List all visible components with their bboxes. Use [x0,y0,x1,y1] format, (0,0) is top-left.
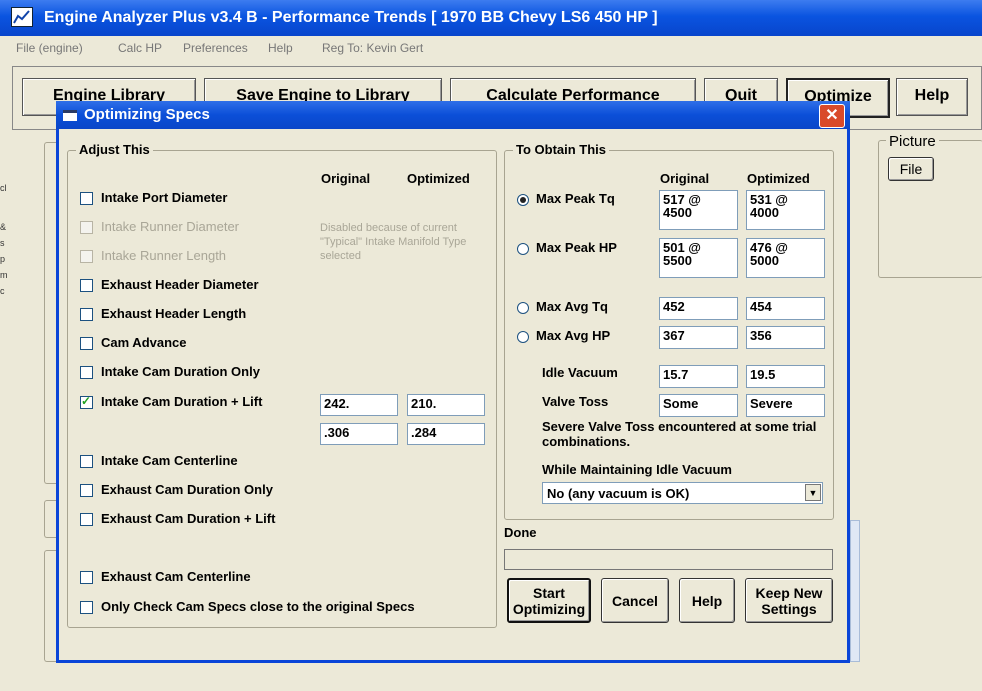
exhaust-cam-duration-only-label: Exhaust Cam Duration Only [101,482,273,497]
menu-registration: Reg To: Kevin Gert [322,41,424,55]
idle-vacuum-optimized-field[interactable]: 19.5 [746,365,825,388]
side-mark: s [0,238,5,248]
valve-toss-original-field[interactable]: Some [659,394,738,417]
duration-optimized-field[interactable]: 210. [407,394,485,416]
intake-runner-length-label: Intake Runner Length [101,248,227,263]
start-optimizing-button[interactable]: Start Optimizing [507,578,591,623]
exhaust-header-length-label: Exhaust Header Length [101,306,247,321]
exhaust-header-diameter-label: Exhaust Header Diameter [101,277,259,292]
max-peak-tq-radio[interactable] [517,194,529,206]
max-avg-hp-label: Max Avg HP [536,328,611,343]
menu-file[interactable]: File (engine) [16,41,83,55]
dialog-title-bar: Optimizing Specs [56,101,850,129]
main-window-title: Engine Analyzer Plus v3.4 B - Performanc… [44,9,658,26]
maintain-vacuum-select[interactable]: No (any vacuum is OK) ▼ [542,482,823,504]
exhaust-cam-duration-lift-checkbox[interactable] [80,513,93,526]
cam-advance-checkbox[interactable] [80,337,93,350]
valve-toss-optimized-field[interactable]: Severe [746,394,825,417]
disabled-note: Disabled because of current "Typical" In… [320,222,467,262]
exhaust-cam-duration-only-checkbox[interactable] [80,484,93,497]
intake-cam-duration-lift-checkbox[interactable] [80,394,93,409]
avg-hp-original-field[interactable]: 367 [659,326,738,349]
app-chart-icon [11,7,33,27]
exhaust-cam-duration-lift-label: Exhaust Cam Duration + Lift [101,511,276,526]
side-mark: m [0,270,8,280]
close-to-original-checkbox[interactable] [80,601,93,614]
cam-advance-label: Cam Advance [101,335,187,350]
max-peak-hp-label: Max Peak HP [536,240,617,255]
exhaust-header-length-checkbox[interactable] [80,308,93,321]
adjust-col-original: Original [321,171,371,186]
exhaust-cam-centerline-label: Exhaust Cam Centerline [101,569,251,584]
adjust-col-optimized: Optimized [407,171,470,186]
side-mark: c [0,286,5,296]
menu-preferences[interactable]: Preferences [183,41,248,55]
max-peak-hp-radio[interactable] [517,243,529,255]
background-frame-edge [850,520,860,662]
max-avg-tq-radio[interactable] [517,302,529,314]
idle-vacuum-original-field[interactable]: 15.7 [659,365,738,388]
intake-port-diameter-label: Intake Port Diameter [101,190,228,205]
cancel-button[interactable]: Cancel [601,578,669,623]
close-to-original-label: Only Check Cam Specs close to the origin… [101,599,415,614]
picture-label: Picture [886,133,939,150]
avg-tq-optimized-field[interactable]: 454 [746,297,825,320]
maintain-vacuum-value: No (any vacuum is OK) [547,486,690,501]
dialog-title: Optimizing Specs [84,106,210,123]
menu-calc-hp[interactable]: Calc HP [118,41,162,55]
dialog-help-button[interactable]: Help [679,578,735,623]
picture-file-button[interactable]: File [888,157,934,181]
keep-new-settings-button[interactable]: Keep New Settings [745,578,833,623]
intake-runner-diameter-label: Intake Runner Diameter [101,219,240,234]
obtain-group-label: To Obtain This [513,142,610,157]
idle-vacuum-label: Idle Vacuum [542,365,618,380]
avg-tq-original-field[interactable]: 452 [659,297,738,320]
lift-original-field[interactable]: .306 [320,423,398,445]
intake-cam-centerline-checkbox[interactable] [80,455,93,468]
chevron-down-icon[interactable]: ▼ [805,484,821,501]
exhaust-header-diameter-checkbox[interactable] [80,279,93,292]
help-button[interactable]: Help [896,78,968,116]
peak-hp-optimized-field[interactable]: 476 @ 5000 [746,238,825,278]
max-avg-hp-radio[interactable] [517,331,529,343]
duration-original-field[interactable]: 242. [320,394,398,416]
obtain-col-original: Original [660,171,710,186]
intake-cam-duration-only-checkbox[interactable] [80,366,93,379]
max-avg-tq-label: Max Avg Tq [536,299,608,314]
menu-bar: File (engine) Calc HP Preferences Help R… [0,36,982,63]
exhaust-cam-centerline-checkbox[interactable] [80,571,93,584]
main-title-bar: Engine Analyzer Plus v3.4 B - Performanc… [0,0,982,36]
intake-cam-duration-lift-label: Intake Cam Duration + Lift [101,394,263,409]
obtain-col-optimized: Optimized [747,171,810,186]
valve-toss-warning: Severe Valve Toss encountered at some tr… [542,419,817,449]
adjust-group-label: Adjust This [76,142,153,157]
intake-cam-centerline-label: Intake Cam Centerline [101,453,238,468]
intake-port-diameter-checkbox[interactable] [80,192,93,205]
valve-toss-label: Valve Toss [542,394,609,409]
side-mark: p [0,254,6,264]
side-mark: & [0,222,7,232]
max-peak-tq-label: Max Peak Tq [536,191,615,206]
avg-hp-optimized-field[interactable]: 356 [746,326,825,349]
lift-optimized-field[interactable]: .284 [407,423,485,445]
peak-hp-original-field[interactable]: 501 @ 5500 [659,238,738,278]
peak-tq-optimized-field[interactable]: 531 @ 4000 [746,190,825,230]
intake-cam-duration-only-label: Intake Cam Duration Only [101,364,260,379]
intake-runner-diameter-checkbox [80,221,93,234]
side-mark: cl [0,183,7,193]
status-label: Done [504,525,537,540]
maintain-vacuum-label: While Maintaining Idle Vacuum [542,462,732,477]
peak-tq-original-field[interactable]: 517 @ 4500 [659,190,738,230]
intake-runner-length-checkbox [80,250,93,263]
close-icon[interactable]: ✕ [819,104,845,128]
optimize-progress-bar [504,549,833,570]
menu-help[interactable]: Help [268,41,293,55]
dialog-window-icon [63,110,77,121]
